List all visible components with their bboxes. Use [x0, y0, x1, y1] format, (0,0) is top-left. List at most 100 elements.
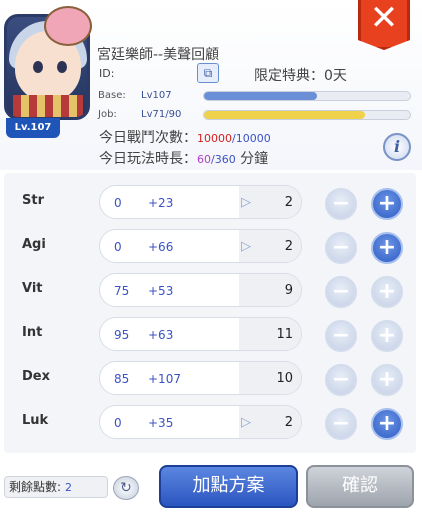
stat-result-value: 2 [284, 195, 293, 210]
stat-base-value: 0 [114, 240, 122, 254]
decrease-vit-button[interactable]: − [325, 276, 357, 308]
stat-row-int: Int 95 +63 11 − + [4, 311, 416, 355]
stat-name: Luk [22, 413, 49, 428]
stat-base-value: 85 [114, 372, 130, 386]
chibi-pet-icon [44, 6, 92, 46]
plus-icon: + [377, 411, 397, 436]
stat-base-value: 0 [114, 196, 122, 210]
minus-icon: − [331, 323, 351, 348]
decrease-str-button[interactable]: − [325, 188, 357, 220]
stat-row-agi: Agi 0 +66 ▷ 2 − + [4, 223, 416, 267]
stat-base-value: 75 [114, 284, 130, 298]
stat-value-field: 0 +66 ▷ 2 [99, 229, 302, 263]
minus-icon: − [331, 235, 351, 260]
avatar-eye-left [33, 61, 43, 73]
decrease-luk-button[interactable]: − [325, 408, 357, 440]
close-icon: ✕ [369, 0, 399, 38]
playtime-unit: 分鐘 [240, 151, 269, 167]
increase-vit-button[interactable]: + [371, 276, 403, 308]
stat-row-str: Str 0 +23 ▷ 2 − + [4, 179, 416, 223]
job-exp-bar [203, 110, 411, 120]
job-level: Lv71/90 [141, 109, 182, 120]
plus-icon: + [377, 279, 397, 304]
reset-points-button[interactable]: ↻ [113, 476, 139, 500]
remaining-points-value: 2 [65, 481, 73, 494]
minus-icon: − [331, 411, 351, 436]
battle-count-line: 今日戰鬥次數：10000/10000 [99, 127, 271, 147]
copy-icon: ⧉ [203, 66, 213, 80]
increase-int-button[interactable]: + [371, 320, 403, 352]
copy-id-button[interactable]: ⧉ [197, 63, 219, 83]
base-exp-bar [203, 91, 411, 101]
playtime-label: 今日玩法時長： [99, 151, 197, 167]
stat-value-field: 95 +63 11 [99, 317, 302, 351]
privilege-value: 0天 [324, 68, 347, 84]
minus-icon: − [331, 367, 351, 392]
base-label: Base: [98, 90, 126, 101]
plus-icon: + [377, 367, 397, 392]
stat-row-vit: Vit 75 +53 9 − + [4, 267, 416, 311]
stat-result-value: 2 [284, 239, 293, 254]
playtime-used: 60 [197, 153, 211, 166]
stat-result-value: 2 [284, 415, 293, 430]
character-name: 宮廷樂師--美聲回顧 [97, 47, 220, 63]
stat-bonus-value: +63 [148, 328, 174, 342]
close-button[interactable]: ✕ [358, 0, 410, 50]
playtime-line: 今日玩法時長：60/360 分鐘 [99, 148, 268, 168]
avatar-eye-right [57, 61, 67, 73]
privilege-info: 限定特典：0天 [254, 65, 347, 85]
refresh-icon: ↻ [120, 480, 132, 496]
decrease-dex-button[interactable]: − [325, 364, 357, 396]
stat-value-field: 0 +23 ▷ 2 [99, 185, 302, 219]
plus-icon: + [377, 191, 397, 216]
stat-name: Str [22, 193, 44, 208]
battle-count-total: /10000 [232, 132, 271, 145]
stat-bonus-value: +66 [148, 240, 174, 254]
minus-icon: − [331, 191, 351, 216]
remaining-points: 剩餘點數: 2 [4, 476, 108, 498]
stat-name: Vit [22, 281, 43, 296]
minus-icon: − [331, 279, 351, 304]
privilege-label: 限定特典： [254, 68, 324, 84]
allocation-plan-button[interactable]: 加點方案 [159, 465, 298, 508]
remaining-points-label: 剩餘點數: [9, 480, 62, 494]
battle-count-label: 今日戰鬥次數： [99, 130, 197, 146]
stat-bonus-value: +35 [148, 416, 174, 430]
level-badge: Lv.107 [6, 118, 60, 138]
stat-result-value: 11 [276, 327, 293, 342]
info-icon: i [393, 137, 401, 156]
plus-icon: + [377, 235, 397, 260]
decrease-int-button[interactable]: − [325, 320, 357, 352]
increase-str-button[interactable]: + [371, 188, 403, 220]
arrow-right-icon: ▷ [241, 239, 251, 254]
stat-name: Agi [22, 237, 46, 252]
playtime-total: /360 [211, 153, 236, 166]
arrow-right-icon: ▷ [241, 415, 251, 430]
decrease-agi-button[interactable]: − [325, 232, 357, 264]
job-label: Job: [98, 109, 117, 120]
increase-luk-button[interactable]: + [371, 408, 403, 440]
stat-base-value: 95 [114, 328, 130, 342]
stat-row-luk: Luk 0 +35 ▷ 2 − + [4, 399, 416, 443]
info-button[interactable]: i [383, 133, 411, 161]
increase-dex-button[interactable]: + [371, 364, 403, 396]
stat-bonus-value: +107 [148, 372, 181, 386]
plus-icon: + [377, 323, 397, 348]
base-level: Lv107 [141, 90, 172, 101]
stat-name: Int [22, 325, 43, 340]
stat-name: Dex [22, 369, 50, 384]
character-avatar[interactable]: Lv.107 [0, 6, 100, 138]
stat-base-value: 0 [114, 416, 122, 430]
stat-allocation-panel: Str 0 +23 ▷ 2 − + Agi 0 +66 ▷ 2 − + Vit 75 +53 9 − + Int 95 +6… [4, 173, 416, 453]
stat-value-field: 0 +35 ▷ 2 [99, 405, 302, 439]
stat-result-value: 9 [284, 283, 293, 298]
increase-agi-button[interactable]: + [371, 232, 403, 264]
confirm-button[interactable]: 確認 [306, 465, 414, 508]
job-exp-bar-fill [204, 111, 365, 119]
arrow-right-icon: ▷ [241, 195, 251, 210]
stat-value-field: 75 +53 9 [99, 273, 302, 307]
stat-bonus-value: +23 [148, 196, 174, 210]
stat-bonus-value: +53 [148, 284, 174, 298]
battle-count-used: 10000 [197, 132, 232, 145]
stat-result-value: 10 [276, 371, 293, 386]
